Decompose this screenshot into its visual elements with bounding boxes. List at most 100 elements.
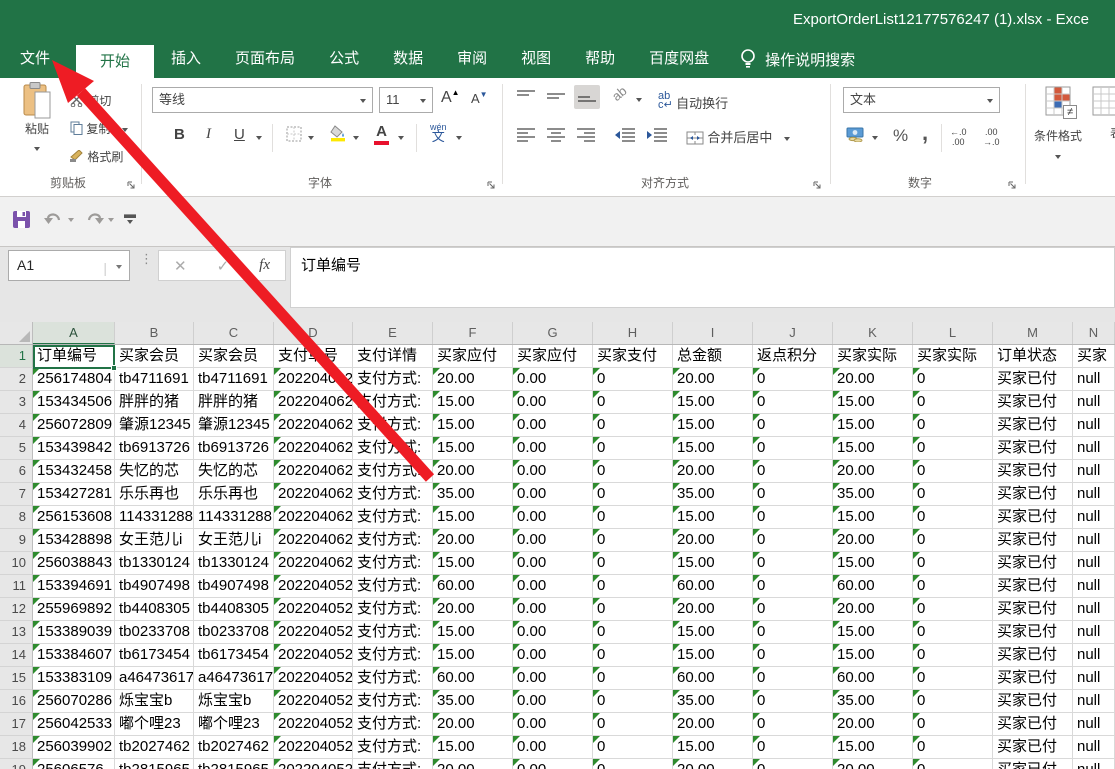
cell-N12[interactable]: null: [1073, 598, 1115, 621]
cell-C10[interactable]: tb1330124: [194, 552, 274, 575]
cell-F2[interactable]: 20.00: [433, 368, 513, 391]
row-header-5[interactable]: 5: [0, 437, 33, 460]
cell-L4[interactable]: 0: [913, 414, 993, 437]
cell-G17[interactable]: 0.00: [513, 713, 593, 736]
undo-button[interactable]: [44, 211, 64, 227]
font-color-button[interactable]: A: [374, 123, 389, 145]
cell-C9[interactable]: 女王范儿i: [194, 529, 274, 552]
enter-button[interactable]: ✓: [217, 257, 230, 275]
cell-I8[interactable]: 15.00: [673, 506, 753, 529]
cell-A6[interactable]: 153432458: [33, 460, 115, 483]
cell-L11[interactable]: 0: [913, 575, 993, 598]
font-dialog-launcher[interactable]: [486, 180, 497, 191]
cell-I3[interactable]: 15.00: [673, 391, 753, 414]
tab-页面布局[interactable]: 页面布局: [218, 40, 312, 78]
cell-N11[interactable]: null: [1073, 575, 1115, 598]
cell-L1[interactable]: 买家实际: [913, 345, 993, 368]
cell-I19[interactable]: 20.00: [673, 759, 753, 769]
tab-审阅[interactable]: 审阅: [440, 40, 504, 78]
cell-M7[interactable]: 买家已付: [993, 483, 1073, 506]
row-header-6[interactable]: 6: [0, 460, 33, 483]
cell-K8[interactable]: 15.00: [833, 506, 913, 529]
row-header-9[interactable]: 9: [0, 529, 33, 552]
cell-M17[interactable]: 买家已付: [993, 713, 1073, 736]
cell-D2[interactable]: 202204062: [274, 368, 353, 391]
decrease-decimal-button[interactable]: .00 →.0: [983, 127, 1000, 147]
cell-E5[interactable]: 支付方式:: [353, 437, 433, 460]
cell-G18[interactable]: 0.00: [513, 736, 593, 759]
cell-K10[interactable]: 15.00: [833, 552, 913, 575]
tab-帮助[interactable]: 帮助: [568, 40, 632, 78]
cell-J1[interactable]: 返点积分: [753, 345, 833, 368]
cell-H7[interactable]: 0: [593, 483, 673, 506]
cell-G10[interactable]: 0.00: [513, 552, 593, 575]
cell-L13[interactable]: 0: [913, 621, 993, 644]
cell-F5[interactable]: 15.00: [433, 437, 513, 460]
cell-J11[interactable]: 0: [753, 575, 833, 598]
row-header-10[interactable]: 10: [0, 552, 33, 575]
cell-N1[interactable]: 买家: [1073, 345, 1115, 368]
col-header-J[interactable]: J: [753, 322, 833, 344]
cell-C6[interactable]: 失忆的芯: [194, 460, 274, 483]
cell-K9[interactable]: 20.00: [833, 529, 913, 552]
align-right-button[interactable]: [576, 127, 596, 142]
cell-L6[interactable]: 0: [913, 460, 993, 483]
cell-K15[interactable]: 60.00: [833, 667, 913, 690]
redo-button[interactable]: [84, 211, 104, 227]
cell-M9[interactable]: 买家已付: [993, 529, 1073, 552]
cell-F11[interactable]: 60.00: [433, 575, 513, 598]
select-all-corner[interactable]: [0, 322, 33, 344]
cell-C15[interactable]: a46473617: [194, 667, 274, 690]
cell-D11[interactable]: 202204052: [274, 575, 353, 598]
cell-H8[interactable]: 0: [593, 506, 673, 529]
cell-J10[interactable]: 0: [753, 552, 833, 575]
increase-indent-button[interactable]: [646, 127, 668, 142]
cell-A12[interactable]: 255969892: [33, 598, 115, 621]
row-header-14[interactable]: 14: [0, 644, 33, 667]
cell-D1[interactable]: 支付单号: [274, 345, 353, 368]
cell-H15[interactable]: 0: [593, 667, 673, 690]
cell-J5[interactable]: 0: [753, 437, 833, 460]
cell-E3[interactable]: 支付方式:: [353, 391, 433, 414]
cell-G13[interactable]: 0.00: [513, 621, 593, 644]
cell-K14[interactable]: 15.00: [833, 644, 913, 667]
cell-D16[interactable]: 202204052: [274, 690, 353, 713]
row-header-2[interactable]: 2: [0, 368, 33, 391]
cell-G15[interactable]: 0.00: [513, 667, 593, 690]
cell-A10[interactable]: 256038843: [33, 552, 115, 575]
cell-G19[interactable]: 0.00: [513, 759, 593, 769]
cell-J3[interactable]: 0: [753, 391, 833, 414]
cell-N13[interactable]: null: [1073, 621, 1115, 644]
cell-F7[interactable]: 35.00: [433, 483, 513, 506]
cell-F4[interactable]: 15.00: [433, 414, 513, 437]
cell-H3[interactable]: 0: [593, 391, 673, 414]
cell-A1[interactable]: 订单编号: [33, 345, 115, 368]
cell-D17[interactable]: 202204052: [274, 713, 353, 736]
cell-N7[interactable]: null: [1073, 483, 1115, 506]
cell-B9[interactable]: 女王范儿i: [115, 529, 194, 552]
cell-B17[interactable]: 嘟个哩23: [115, 713, 194, 736]
cell-E10[interactable]: 支付方式:: [353, 552, 433, 575]
col-header-L[interactable]: L: [913, 322, 993, 344]
cell-H16[interactable]: 0: [593, 690, 673, 713]
cell-D6[interactable]: 202204062: [274, 460, 353, 483]
cell-J4[interactable]: 0: [753, 414, 833, 437]
cell-J14[interactable]: 0: [753, 644, 833, 667]
cell-D7[interactable]: 202204062: [274, 483, 353, 506]
cell-N3[interactable]: null: [1073, 391, 1115, 414]
decrease-indent-button[interactable]: [614, 127, 636, 142]
cell-J7[interactable]: 0: [753, 483, 833, 506]
cell-B14[interactable]: tb6173454: [115, 644, 194, 667]
cell-J6[interactable]: 0: [753, 460, 833, 483]
cell-C13[interactable]: tb0233708: [194, 621, 274, 644]
cell-M15[interactable]: 买家已付: [993, 667, 1073, 690]
cell-D3[interactable]: 202204062: [274, 391, 353, 414]
font-size-combo[interactable]: 11: [379, 87, 433, 113]
cell-C3[interactable]: 胖胖的猪: [194, 391, 274, 414]
cell-F10[interactable]: 15.00: [433, 552, 513, 575]
cell-K1[interactable]: 买家实际: [833, 345, 913, 368]
cell-I7[interactable]: 35.00: [673, 483, 753, 506]
cell-K13[interactable]: 15.00: [833, 621, 913, 644]
save-button[interactable]: [12, 210, 31, 229]
wrap-text-button[interactable]: abc↵ 自动换行: [658, 92, 728, 112]
